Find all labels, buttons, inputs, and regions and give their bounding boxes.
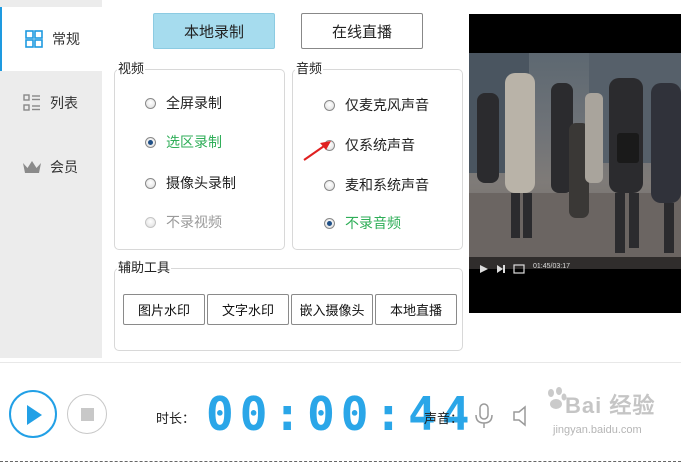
watermark-url: jingyan.baidu.com — [553, 424, 642, 436]
speaker-icon[interactable] — [512, 404, 536, 428]
play-icon — [27, 405, 42, 425]
radio-label: 仅系统声音 — [345, 137, 415, 153]
sidebar: 常规 列表 会员 — [0, 0, 102, 358]
audio-group-title: 音频 — [295, 61, 324, 77]
image-watermark-button[interactable]: 图片水印 — [123, 294, 205, 325]
video-play-icon[interactable] — [479, 264, 489, 274]
tools-group-title: 辅助工具 — [117, 260, 172, 276]
radio-button-disabled — [145, 216, 156, 228]
radio-label: 全屏录制 — [166, 95, 222, 111]
crown-icon — [22, 157, 42, 177]
grid-icon — [24, 29, 44, 49]
online-live-tab[interactable]: 在线直播 — [301, 13, 423, 49]
radio-button[interactable] — [145, 177, 156, 189]
local-live-button[interactable]: 本地直播 — [375, 294, 457, 325]
radio-button[interactable] — [324, 179, 335, 191]
sidebar-item-label: 会员 — [50, 159, 78, 175]
sidebar-item-general[interactable]: 常规 — [0, 7, 102, 71]
paw-logo-icon — [548, 387, 567, 409]
radio-button[interactable] — [324, 99, 335, 111]
video-preview: 01:45/03:17 — [469, 14, 681, 313]
text-watermark-button[interactable]: 文字水印 — [207, 294, 289, 325]
radio-system-only[interactable]: 仅系统声音 — [324, 135, 415, 155]
radio-fullscreen-record[interactable]: 全屏录制 — [145, 93, 222, 113]
volume-label: 声音： — [424, 411, 464, 426]
watermark-brand: Bai 经验 — [565, 393, 656, 418]
video-frame — [469, 53, 681, 269]
bottom-dashed-border — [0, 461, 681, 462]
duration-label: 时长： — [156, 411, 196, 426]
stop-icon — [81, 408, 94, 421]
sidebar-item-label: 常规 — [52, 31, 80, 47]
red-arrow-icon — [303, 141, 331, 161]
radio-no-video: 不录视频 — [145, 212, 222, 232]
video-group: 视频 全屏录制 选区录制 摄像头录制 不录视频 — [114, 61, 285, 250]
section-divider — [0, 362, 681, 363]
record-stop-button[interactable] — [67, 394, 107, 434]
video-control-bar: 01:45/03:17 — [469, 257, 681, 280]
local-record-tab[interactable]: 本地录制 — [153, 13, 275, 49]
sidebar-item-list[interactable]: 列表 — [0, 71, 102, 135]
radio-button-checked[interactable] — [145, 136, 156, 148]
video-group-title: 视频 — [117, 61, 146, 77]
radio-label: 选区录制 — [166, 134, 222, 150]
radio-label: 不录音频 — [345, 215, 401, 231]
radio-camera-record[interactable]: 摄像头录制 — [145, 173, 236, 193]
video-next-icon[interactable] — [496, 264, 506, 274]
watermark: Bai 经验 jingyan.baidu.com — [545, 386, 681, 452]
sidebar-item-label: 列表 — [50, 95, 78, 111]
video-time-text: 01:45/03:17 — [533, 263, 570, 270]
sidebar-item-member[interactable]: 会员 — [0, 135, 102, 199]
microphone-icon[interactable] — [474, 403, 494, 429]
radio-button[interactable] — [145, 97, 156, 109]
radio-label: 不录视频 — [166, 214, 222, 230]
embed-camera-button[interactable]: 嵌入摄像头 — [291, 294, 373, 325]
video-subtitle-icon[interactable] — [513, 264, 525, 274]
radio-label: 麦和系统声音 — [345, 177, 429, 193]
list-icon — [22, 93, 42, 113]
record-play-button[interactable] — [9, 390, 57, 438]
radio-no-audio[interactable]: 不录音频 — [324, 213, 401, 233]
radio-label: 仅麦克风声音 — [345, 97, 429, 113]
radio-button-checked[interactable] — [324, 217, 335, 229]
radio-region-record[interactable]: 选区录制 — [145, 132, 222, 152]
radio-label: 摄像头录制 — [166, 175, 236, 191]
radio-mic-only[interactable]: 仅麦克风声音 — [324, 95, 429, 115]
radio-mic-and-system[interactable]: 麦和系统声音 — [324, 175, 429, 195]
